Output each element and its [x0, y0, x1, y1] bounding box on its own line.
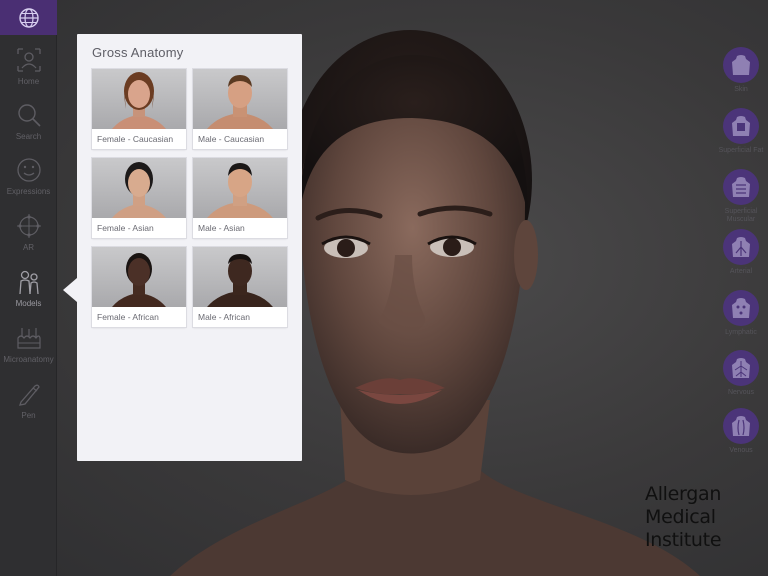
layer-label: Nervous — [727, 389, 755, 396]
nav-expressions[interactable]: Expressions — [0, 152, 57, 208]
layer-label: Arterial — [729, 268, 753, 275]
nav-models[interactable]: Models — [0, 264, 57, 320]
brand-line-3: Institute — [645, 529, 722, 551]
female-african-portrait — [112, 253, 166, 307]
arterial-layer-icon — [723, 229, 759, 265]
layer-nervous-button[interactable]: Nervous — [718, 350, 764, 410]
layer-superficial-muscular-button[interactable]: Superficial Muscular — [718, 169, 764, 229]
model-label: Female - Caucasian — [97, 134, 174, 144]
model-label: Male - Asian — [198, 223, 245, 233]
layer-label: Lymphatic — [725, 329, 757, 336]
model-label: Female - African — [97, 312, 159, 322]
people-icon — [18, 270, 39, 295]
brand-line-1: Allergan — [645, 483, 722, 505]
nav-ar[interactable]: AR — [0, 208, 57, 264]
home-icon — [16, 48, 41, 72]
nav-home[interactable]: Home — [0, 42, 57, 98]
nav-pen-label: Pen — [21, 411, 36, 420]
model-thumbnail — [92, 158, 186, 218]
search-icon — [17, 104, 41, 127]
model-label: Male - African — [198, 312, 250, 322]
model-thumbnail — [193, 158, 287, 218]
lymphatic-layer-icon — [723, 290, 759, 326]
nav-models-label: Models — [15, 299, 42, 308]
models-popover: Gross Anatomy Female - Caucasian Male - … — [77, 34, 302, 461]
layer-lymphatic-button[interactable]: Lymphatic — [718, 290, 764, 350]
layer-arterial-button[interactable]: Arterial — [718, 229, 764, 289]
male-african-portrait — [207, 254, 273, 307]
layer-superficial-fat-button[interactable]: Superficial Fat — [718, 108, 764, 168]
smiley-icon — [16, 158, 41, 182]
female-caucasian-portrait — [112, 72, 166, 129]
popover-arrow — [63, 278, 77, 302]
globe-icon — [18, 7, 39, 28]
model-card-male-asian[interactable]: Male - Asian — [193, 158, 287, 238]
layer-venous-button[interactable]: Venous — [718, 408, 764, 468]
nav-ar-label: AR — [22, 243, 35, 252]
nav-expressions-label: Expressions — [6, 187, 51, 196]
left-toolbar: Home Search Expressions AR Models Microa… — [0, 0, 57, 576]
nervous-layer-icon — [723, 350, 759, 386]
layer-label: Skin — [734, 86, 748, 93]
model-card-female-african[interactable]: Female - African — [92, 247, 186, 327]
popover-title: Gross Anatomy — [92, 45, 184, 60]
nav-home-label: Home — [17, 77, 40, 86]
skin-layer-icon — [723, 47, 759, 83]
model-thumbnail — [92, 247, 186, 307]
model-thumbnail — [193, 247, 287, 307]
layer-skin-button[interactable]: Skin — [718, 47, 764, 107]
venous-layer-icon — [723, 408, 759, 444]
nav-search-label: Search — [15, 132, 42, 141]
globe-button[interactable] — [0, 0, 57, 35]
ar-icon — [16, 214, 41, 238]
pen-icon — [18, 384, 40, 406]
nav-microanatomy[interactable]: Microanatomy — [0, 320, 57, 376]
layer-label: Superficial Muscular — [724, 208, 758, 223]
model-card-male-african[interactable]: Male - African — [193, 247, 287, 327]
female-asian-portrait — [112, 162, 166, 218]
model-card-male-caucasian[interactable]: Male - Caucasian — [193, 69, 287, 149]
male-asian-portrait — [207, 163, 273, 218]
muscle-layer-icon — [723, 169, 759, 205]
model-thumbnail — [193, 69, 287, 129]
nav-pen[interactable]: Pen — [0, 376, 57, 432]
layer-label: Venous — [729, 447, 753, 454]
male-caucasian-portrait — [207, 75, 273, 129]
model-label: Male - Caucasian — [198, 134, 265, 144]
model-card-female-asian[interactable]: Female - Asian — [92, 158, 186, 238]
nav-search[interactable]: Search — [0, 97, 57, 153]
model-label: Female - Asian — [97, 223, 154, 233]
brand-line-2: Medical — [645, 506, 716, 528]
microanatomy-icon — [16, 328, 41, 349]
brand-logo: Allergan Medical Institute — [645, 483, 755, 552]
model-thumbnail — [92, 69, 186, 129]
model-card-female-caucasian[interactable]: Female - Caucasian — [92, 69, 186, 149]
nav-microanatomy-label: Microanatomy — [3, 355, 54, 364]
fat-layer-icon — [723, 108, 759, 144]
layer-label: Superficial Fat — [718, 147, 764, 154]
